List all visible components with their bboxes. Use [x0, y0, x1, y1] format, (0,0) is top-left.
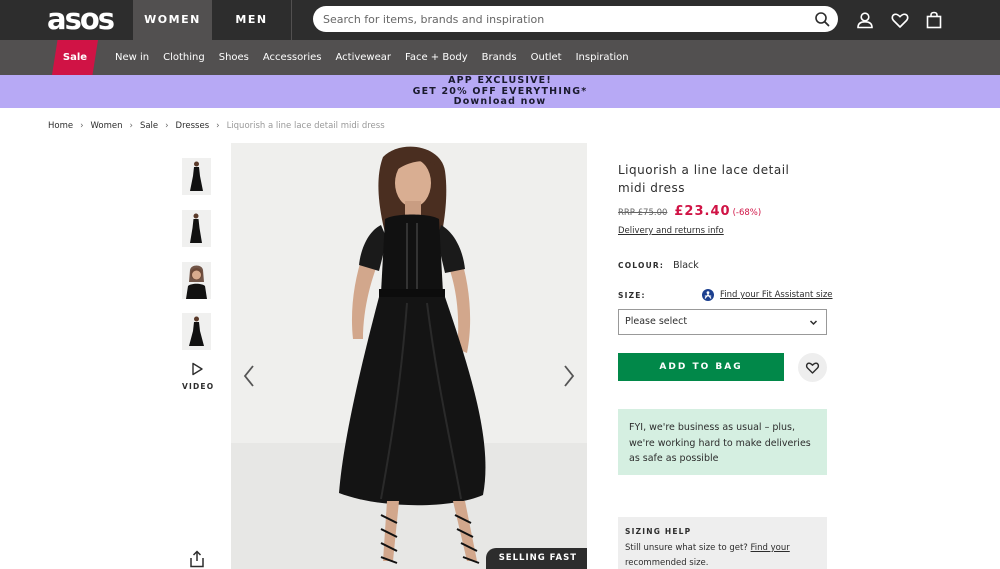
search-input[interactable]	[323, 6, 803, 32]
delivery-returns-link[interactable]: Delivery and returns info	[618, 226, 724, 236]
colour-value: Black	[673, 260, 699, 271]
sizing-help-text: Still unsure what size to get? Find your…	[625, 541, 820, 569]
nav-item-sale[interactable]: Sale	[52, 40, 98, 75]
chevron-left-icon[interactable]	[241, 363, 257, 389]
heart-icon[interactable]	[890, 10, 910, 30]
chevron-right-icon[interactable]	[561, 363, 577, 389]
breadcrumb: Home › Women › Sale › Dresses › Liquoris…	[48, 121, 385, 131]
colour-label: COLOUR:	[618, 261, 665, 270]
search-bar	[313, 6, 838, 32]
heart-icon	[805, 362, 820, 374]
breadcrumb-separator: ›	[216, 121, 220, 131]
sizing-help-question: Still unsure what size to get?	[625, 543, 748, 553]
sizing-help-link[interactable]: Find your	[751, 543, 790, 553]
product-title: Liquorish a line lace detail midi dress	[618, 163, 790, 195]
sizing-help-title: SIZING HELP	[625, 527, 692, 536]
nav-item-brands[interactable]: Brands	[475, 40, 524, 75]
bag-icon[interactable]	[924, 10, 944, 30]
delivery-notice: FYI, we're business as usual – plus, we'…	[618, 409, 827, 475]
rrp-price: RRP £75.00	[618, 208, 668, 218]
sizing-help-panel: SIZING HELP Still unsure what size to ge…	[618, 517, 827, 569]
chevron-down-icon	[809, 320, 818, 326]
size-label: SIZE:	[618, 291, 646, 300]
tab-women[interactable]: WOMEN	[133, 0, 212, 40]
fit-assistant-icon	[702, 289, 714, 301]
product-photo	[231, 143, 587, 569]
sizing-help-recommended: recommended size.	[625, 558, 709, 568]
thumbnail-1[interactable]	[182, 158, 211, 195]
category-nav: Sale New in Clothing Shoes Accessories A…	[0, 40, 1000, 75]
promo-line-1: APP EXCLUSIVE!	[448, 75, 552, 86]
fit-assistant[interactable]: Find your Fit Assistant size	[702, 289, 833, 301]
asos-logo[interactable]: asos	[47, 3, 115, 35]
thumbnail-3[interactable]	[182, 262, 211, 299]
breadcrumb-separator: ›	[165, 121, 169, 131]
fit-assistant-link[interactable]: Find your Fit Assistant size	[720, 290, 833, 300]
play-icon	[192, 362, 203, 376]
breadcrumb-separator: ›	[129, 121, 133, 131]
top-header: asos WOMEN MEN	[0, 0, 1000, 40]
add-to-bag-button[interactable]: ADD TO BAG	[618, 353, 784, 381]
nav-item-accessories[interactable]: Accessories	[256, 40, 329, 75]
breadcrumb-current: Liquorish a line lace detail midi dress	[226, 121, 385, 131]
nav-item-outlet[interactable]: Outlet	[524, 40, 569, 75]
product-main-image[interactable]: SELLING FAST	[231, 143, 587, 569]
nav-item-new-in[interactable]: New in	[108, 40, 156, 75]
promo-line-3: Download now	[453, 96, 547, 107]
price-row: RRP £75.00 £23.40 (-68%)	[618, 204, 761, 219]
video-button[interactable]: VIDEO	[182, 362, 215, 391]
discount-percent: (-68%)	[732, 208, 762, 218]
nav-item-shoes[interactable]: Shoes	[212, 40, 256, 75]
nav-item-clothing[interactable]: Clothing	[156, 40, 212, 75]
search-icon[interactable]	[814, 11, 830, 27]
nav-item-activewear[interactable]: Activewear	[329, 40, 399, 75]
size-select[interactable]: Please select	[618, 309, 827, 335]
colour-row: COLOUR: Black	[618, 260, 699, 271]
selling-fast-badge: SELLING FAST	[485, 548, 587, 569]
tab-men[interactable]: MEN	[212, 0, 292, 40]
account-icon[interactable]	[855, 10, 875, 30]
breadcrumb-home[interactable]: Home	[48, 121, 73, 131]
breadcrumb-separator: ›	[80, 121, 84, 131]
promo-banner[interactable]: APP EXCLUSIVE! GET 20% OFF EVERYTHING* D…	[0, 75, 1000, 108]
size-select-value: Please select	[625, 316, 688, 327]
video-label: VIDEO	[182, 382, 215, 391]
breadcrumb-women[interactable]: Women	[91, 121, 123, 131]
thumbnail-4[interactable]	[182, 313, 211, 350]
thumbnail-2[interactable]	[182, 210, 211, 247]
breadcrumb-dresses[interactable]: Dresses	[176, 121, 210, 131]
nav-item-inspiration[interactable]: Inspiration	[569, 40, 636, 75]
save-for-later-button[interactable]	[798, 353, 827, 382]
breadcrumb-sale[interactable]: Sale	[140, 121, 158, 131]
nav-item-face-body[interactable]: Face + Body	[398, 40, 475, 75]
current-price: £23.40	[674, 204, 731, 219]
share-icon[interactable]	[189, 550, 205, 568]
